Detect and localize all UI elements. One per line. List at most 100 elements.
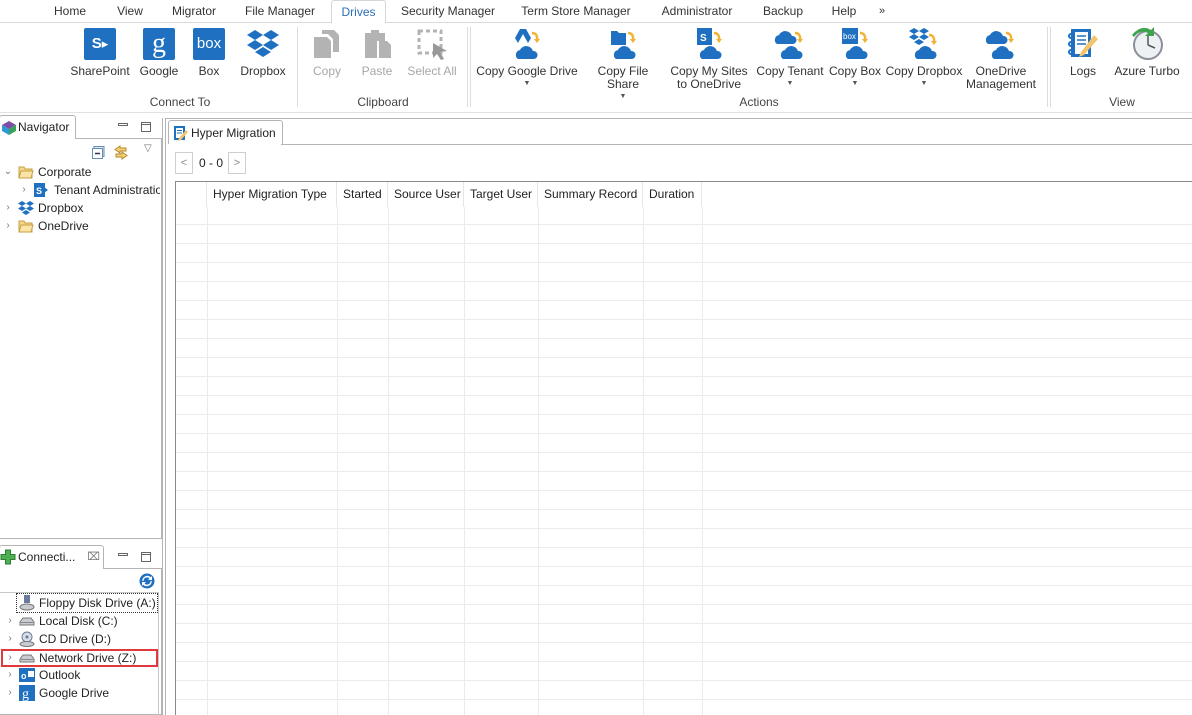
group-label-actions: Actions: [739, 95, 779, 109]
box-icon: box: [192, 27, 226, 61]
menu-tab-term-store-manager[interactable]: Term Store Manager: [516, 0, 636, 23]
copy-my-sites-button[interactable]: S Copy My Sites to OneDrive: [670, 27, 748, 91]
group-label-clipboard: Clipboard: [357, 95, 409, 109]
column-header-started[interactable]: Started: [337, 182, 388, 207]
dropbox-to-onedrive-icon: [907, 27, 941, 61]
next-page-button[interactable]: >: [228, 152, 246, 174]
tree-item-corporate[interactable]: ⌄ Corporate: [0, 163, 160, 181]
copy-dropbox-button[interactable]: Copy Dropbox ▼: [884, 27, 964, 88]
hyper-migration-tab[interactable]: Hyper Migration: [168, 120, 283, 144]
connections-title: Connecti...: [18, 550, 76, 564]
copy-tenant-label: Copy Tenant: [756, 64, 824, 78]
sharepoint-icon: S▸: [83, 27, 117, 61]
menu-overflow-button[interactable]: »: [874, 0, 890, 23]
sharepoint-site-icon: S: [33, 182, 49, 198]
menu-tab-administrator[interactable]: Administrator: [652, 0, 742, 23]
minimize-icon[interactable]: [118, 121, 128, 131]
chevron-right-icon[interactable]: ›: [5, 684, 15, 702]
copy-google-drive-label: Copy Google Drive: [476, 64, 578, 78]
dropbox-button[interactable]: Dropbox: [236, 27, 290, 78]
table-header: Hyper Migration Type Started Source User…: [176, 182, 1192, 207]
hyper-migration-table: Hyper Migration Type Started Source User…: [175, 181, 1192, 715]
column-header-hyper-migration-type[interactable]: Hyper Migration Type: [207, 182, 337, 207]
maximize-icon[interactable]: [141, 551, 151, 562]
collapse-all-icon[interactable]: [92, 146, 105, 159]
connection-item-google-drive[interactable]: › g Google Drive: [0, 684, 158, 702]
azure-turbo-button[interactable]: Azure Turbo: [1112, 27, 1182, 78]
ribbon-separator: [1050, 27, 1051, 107]
menu-tab-help[interactable]: Help: [824, 0, 864, 23]
chevron-down-icon[interactable]: ⌄: [3, 163, 13, 181]
onedrive-management-label-line2: Management: [965, 77, 1037, 91]
maximize-icon[interactable]: [141, 121, 151, 132]
connection-item-local-disk[interactable]: › Local Disk (C:): [0, 612, 158, 630]
copy-box-button[interactable]: box Copy Box ▼: [828, 27, 882, 88]
hyper-migration-tab-title: Hyper Migration: [191, 126, 276, 140]
tree-item-tenant-administration[interactable]: › S Tenant Administration: [0, 181, 160, 199]
dropbox-label: Dropbox: [240, 64, 286, 78]
logs-label: Logs: [1069, 64, 1097, 78]
refresh-icon[interactable]: [139, 573, 155, 589]
view-menu-icon[interactable]: ▽: [144, 143, 152, 154]
logs-button[interactable]: Logs: [1064, 27, 1102, 78]
column-line: [464, 207, 465, 715]
menu-tab-backup[interactable]: Backup: [756, 0, 810, 23]
chevron-right-icon[interactable]: ›: [5, 649, 15, 667]
column-line: [207, 207, 208, 715]
copy-button[interactable]: Copy: [306, 27, 348, 78]
divider: [162, 118, 163, 715]
minimize-icon[interactable]: [118, 551, 128, 561]
connection-item-network-drive[interactable]: › Network Drive (Z:): [1, 649, 158, 667]
select-all-button[interactable]: Select All: [404, 27, 460, 78]
chevron-right-icon[interactable]: ›: [3, 217, 13, 235]
close-icon[interactable]: ⌧: [87, 546, 100, 568]
floppy-drive-icon: [19, 595, 35, 611]
copy-file-share-button[interactable]: Copy File Share ▼: [580, 27, 666, 101]
menu-tab-drives[interactable]: Drives: [331, 0, 386, 24]
tree-item-dropbox[interactable]: › Dropbox: [0, 199, 160, 217]
paste-button[interactable]: Paste: [356, 27, 398, 78]
tree-item-onedrive[interactable]: › OneDrive: [0, 217, 160, 235]
menu-tab-security-manager[interactable]: Security Manager: [396, 0, 500, 23]
menu-tab-home[interactable]: Home: [46, 0, 94, 23]
azure-turbo-label: Azure Turbo: [1114, 64, 1180, 78]
connection-item-outlook[interactable]: › o Outlook: [0, 666, 158, 684]
divider: [158, 592, 159, 715]
column-header-duration[interactable]: Duration: [643, 182, 702, 207]
google-button[interactable]: g Google: [136, 27, 182, 78]
copy-tenant-button[interactable]: Copy Tenant ▼: [754, 27, 826, 88]
box-button[interactable]: box Box: [188, 27, 230, 78]
connection-label: Floppy Disk Drive (A:): [39, 596, 156, 610]
tree-label: Tenant Administration: [54, 183, 160, 197]
chevron-right-icon[interactable]: ›: [5, 630, 15, 648]
connection-item-floppy-disk-drive[interactable]: Floppy Disk Drive (A:): [16, 593, 158, 613]
chevron-right-icon[interactable]: ›: [5, 666, 15, 684]
column-header-source-user[interactable]: Source User: [388, 182, 464, 207]
copy-file-share-label: Copy File Share: [597, 64, 649, 91]
group-label-connect-to: Connect To: [149, 95, 211, 109]
column-header-target-user[interactable]: Target User: [464, 182, 538, 207]
link-with-editor-icon[interactable]: [113, 144, 129, 160]
chevron-right-icon[interactable]: ›: [3, 199, 13, 217]
svg-text:S: S: [700, 33, 707, 44]
copy-google-drive-button[interactable]: Copy Google Drive ▼: [476, 27, 578, 88]
connection-item-cd-drive[interactable]: › CD Drive (D:): [0, 630, 158, 648]
ribbon-separator: [297, 27, 298, 107]
onedrive-management-button[interactable]: OneDrive Management: [964, 27, 1038, 91]
menu-tab-file-manager[interactable]: File Manager: [238, 0, 322, 23]
menu-tab-view[interactable]: View: [108, 0, 152, 23]
chevron-right-icon[interactable]: ›: [5, 612, 15, 630]
column-header-summary-record[interactable]: Summary Record: [538, 182, 643, 207]
menu-tab-migrator[interactable]: Migrator: [163, 0, 225, 23]
chevron-right-icon[interactable]: ›: [19, 181, 29, 199]
tree-label: Dropbox: [38, 201, 84, 215]
connection-label: Google Drive: [39, 686, 110, 700]
connections-tab[interactable]: Connecti... ⌧: [0, 545, 104, 569]
add-connection-icon[interactable]: [0, 549, 16, 565]
copy-icon: [310, 27, 344, 61]
hyper-migration-editor: Hyper Migration < 0 - 0 > Hyper Migratio…: [165, 118, 1192, 715]
sharepoint-button[interactable]: S▸ SharePoint: [70, 27, 130, 78]
navigator-tab[interactable]: Navigator: [0, 115, 76, 139]
dropbox-icon: [246, 27, 280, 61]
previous-page-button[interactable]: <: [175, 152, 193, 174]
